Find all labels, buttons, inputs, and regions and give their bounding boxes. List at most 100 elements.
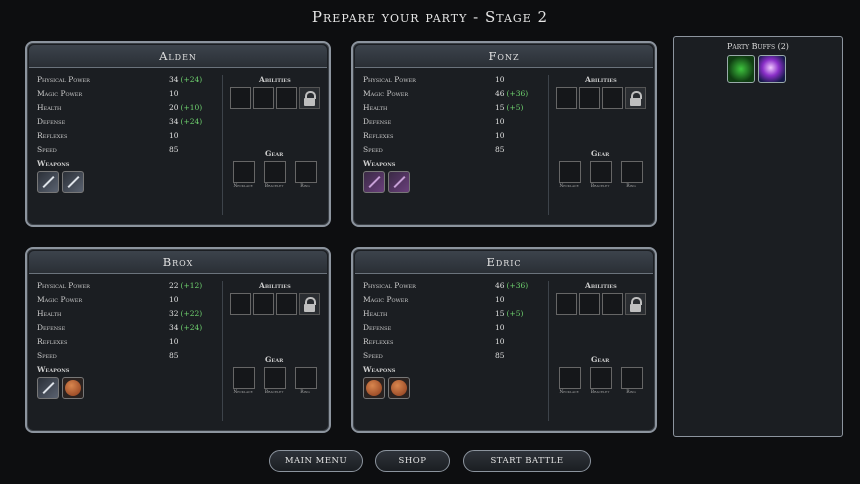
staff-icon[interactable] bbox=[363, 171, 385, 193]
stat-label: Health bbox=[363, 309, 388, 318]
gear-slot-bracelet[interactable] bbox=[264, 161, 286, 183]
ability-slot[interactable] bbox=[253, 87, 274, 109]
stat-base: 34 bbox=[169, 75, 179, 84]
stat-value: 10 bbox=[169, 337, 181, 346]
party-buffs-panel: Party Buffs (2) bbox=[673, 36, 843, 437]
stat-row: Reflexes 10 bbox=[37, 337, 217, 351]
gear-slot-ring[interactable] bbox=[621, 161, 643, 183]
gear-slot-caption: Ring bbox=[626, 184, 636, 189]
stat-bonus: (+10) bbox=[180, 103, 203, 112]
ability-slot[interactable] bbox=[602, 87, 623, 109]
stat-label: Defense bbox=[363, 117, 392, 126]
stat-bonus: (+24) bbox=[180, 75, 203, 84]
stat-row: Health 15 (+5) bbox=[363, 309, 543, 323]
stat-label: Physical Power bbox=[363, 75, 416, 84]
weapons-label: Weapons bbox=[37, 365, 70, 374]
ability-slot[interactable] bbox=[253, 293, 274, 315]
gear-slot-bracelet[interactable] bbox=[264, 367, 286, 389]
character-card-fonz: Fonz Physical Power 10 Magic Power 46 (+3… bbox=[351, 41, 657, 227]
weapons-label: Weapons bbox=[363, 159, 396, 168]
shield-icon[interactable] bbox=[62, 377, 84, 399]
ability-slots bbox=[230, 87, 320, 109]
stat-value: 10 bbox=[495, 131, 507, 140]
stat-base: 10 bbox=[169, 337, 179, 346]
stat-value: 34 (+24) bbox=[169, 117, 202, 126]
stat-label: Magic Power bbox=[37, 89, 83, 98]
stat-value: 10 bbox=[169, 89, 181, 98]
gear-slot-caption: Bracelet bbox=[264, 390, 284, 395]
lock-icon bbox=[625, 293, 646, 315]
stat-label: Defense bbox=[363, 323, 392, 332]
stat-value: 22 (+12) bbox=[169, 281, 202, 290]
ability-slot[interactable] bbox=[276, 87, 297, 109]
gear-slot-ring[interactable] bbox=[295, 161, 317, 183]
stat-value: 46 (+36) bbox=[495, 89, 528, 98]
stat-base: 10 bbox=[495, 117, 505, 126]
stat-label: Speed bbox=[37, 145, 57, 154]
stat-row: Speed 85 bbox=[37, 351, 217, 365]
gear-slot-necklace[interactable] bbox=[233, 161, 255, 183]
card-divider bbox=[548, 281, 549, 421]
stat-row: Magic Power 10 bbox=[37, 295, 217, 309]
gear-slot-necklace[interactable] bbox=[233, 367, 255, 389]
ability-slot[interactable] bbox=[602, 293, 623, 315]
stats-list: Physical Power 10 Magic Power 46 (+36) He… bbox=[363, 75, 543, 159]
gear-slot-ring[interactable] bbox=[295, 367, 317, 389]
stat-base: 34 bbox=[169, 323, 179, 332]
ability-slot[interactable] bbox=[556, 87, 577, 109]
stat-bonus: (+24) bbox=[180, 117, 203, 126]
gear-slot-ring[interactable] bbox=[621, 367, 643, 389]
ability-slot[interactable] bbox=[579, 293, 600, 315]
nature-buff-icon[interactable] bbox=[727, 55, 755, 83]
stat-base: 10 bbox=[169, 89, 179, 98]
gear-slot-caption: Ring bbox=[300, 390, 310, 395]
stat-base: 22 bbox=[169, 281, 179, 290]
shield-icon[interactable] bbox=[363, 377, 385, 399]
stat-base: 85 bbox=[495, 351, 505, 360]
stat-label: Physical Power bbox=[37, 281, 90, 290]
stat-label: Health bbox=[37, 309, 62, 318]
sword-icon[interactable] bbox=[37, 377, 59, 399]
ability-slot[interactable] bbox=[230, 293, 251, 315]
ability-slot[interactable] bbox=[556, 293, 577, 315]
stat-row: Speed 85 bbox=[37, 145, 217, 159]
stat-label: Defense bbox=[37, 323, 66, 332]
shield-icon[interactable] bbox=[388, 377, 410, 399]
stat-base: 10 bbox=[495, 295, 505, 304]
shop-button[interactable]: SHOP bbox=[375, 450, 450, 472]
arcane-buff-icon[interactable] bbox=[758, 55, 786, 83]
stat-row: Health 20 (+10) bbox=[37, 103, 217, 117]
stat-label: Reflexes bbox=[363, 337, 394, 346]
stat-value: 20 (+10) bbox=[169, 103, 202, 112]
stat-bonus: (+24) bbox=[180, 323, 203, 332]
sword-icon[interactable] bbox=[62, 171, 84, 193]
stat-row: Magic Power 10 bbox=[363, 295, 543, 309]
stat-label: Magic Power bbox=[37, 295, 83, 304]
stat-base: 15 bbox=[495, 309, 505, 318]
gear-slot-bracelet[interactable] bbox=[590, 161, 612, 183]
main-menu-button[interactable]: MAIN MENU bbox=[269, 450, 363, 472]
stat-base: 20 bbox=[169, 103, 179, 112]
sword-icon[interactable] bbox=[37, 171, 59, 193]
ability-slot[interactable] bbox=[579, 87, 600, 109]
gear-slot-bracelet[interactable] bbox=[590, 367, 612, 389]
stat-bonus: (+5) bbox=[506, 309, 524, 318]
ability-slot[interactable] bbox=[230, 87, 251, 109]
stat-bonus: (+5) bbox=[506, 103, 524, 112]
stat-row: Physical Power 10 bbox=[363, 75, 543, 89]
gear-slot-necklace[interactable] bbox=[559, 367, 581, 389]
gear-slot-necklace[interactable] bbox=[559, 161, 581, 183]
staff-icon[interactable] bbox=[388, 171, 410, 193]
character-name: Fonz bbox=[355, 45, 653, 68]
gear-label: Gear bbox=[265, 149, 284, 158]
stat-value: 10 bbox=[495, 117, 507, 126]
stat-label: Speed bbox=[363, 145, 383, 154]
stats-list: Physical Power 46 (+36) Magic Power 10 He… bbox=[363, 281, 543, 365]
ability-slot[interactable] bbox=[276, 293, 297, 315]
character-name: Brox bbox=[29, 251, 327, 274]
start-battle-button[interactable]: START BATTLE bbox=[463, 450, 591, 472]
gear-slot-caption: Necklace bbox=[559, 390, 579, 395]
stat-base: 10 bbox=[495, 75, 505, 84]
gear-label: Gear bbox=[591, 355, 610, 364]
stat-row: Health 15 (+5) bbox=[363, 103, 543, 117]
